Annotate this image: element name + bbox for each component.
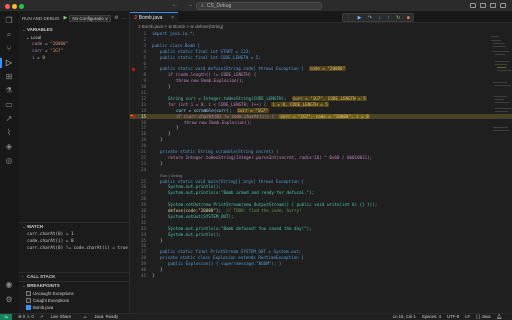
run-debug-sidebar: RUN AND DEBUG ▶ No Configuratio ∨ ⚙ ··· …: [18, 12, 130, 313]
toggle-secondary-sidebar-icon[interactable]: [490, 3, 496, 8]
variable-row[interactable]: i = 0: [32, 56, 45, 62]
command-center[interactable]: ⌕ CS_Debug: [196, 2, 322, 10]
encoding[interactable]: UTF-8: [447, 314, 459, 320]
step-over-icon[interactable]: ↷: [368, 15, 372, 21]
java-status[interactable]: ☕ Java: Ready: [83, 314, 124, 320]
tab-bomb-java[interactable]: J Bomb.java ×: [130, 12, 178, 23]
java-status-icon: ☕: [83, 314, 89, 319]
watch-expression[interactable]: curr.charAt(0) != code.charAt(i) = true: [27, 246, 128, 252]
run-debug-title: RUN AND DEBUG: [22, 15, 60, 21]
minimap[interactable]: [491, 34, 512, 194]
minimize-window-button[interactable]: [12, 4, 17, 9]
tab-bar: J Bomb.java × ⋮ ▶ ↷ ↓ ↑ ↻ ■: [130, 12, 512, 23]
breadcrumb: J Bomb.java > ⊚ Bomb > ⊚ defuse(String): [138, 24, 224, 29]
live-share-icon: ↗: [39, 314, 45, 319]
inline-value: i = 0, CODE_LENGTH = 5: [271, 101, 329, 107]
search-icon[interactable]: ⌕: [4, 30, 14, 40]
checkbox[interactable]: [26, 305, 31, 311]
settings-gear-icon[interactable]: ⚙: [4, 295, 14, 305]
activity-bar: ❐ ⌕ ⑂ ▷ ⊞ ⚗ ▭ ↗ ⌇ ◈ ◎ ◉ ⚙: [0, 12, 18, 313]
breakpoint-item[interactable]: Bomb.java: [26, 305, 53, 311]
breakpoints-section-header[interactable]: ⌄BREAKPOINTS: [18, 282, 130, 290]
nav-arrows[interactable]: ← →: [172, 2, 198, 8]
launch-config-select[interactable]: No Configuratio ∨: [69, 14, 112, 22]
step-out-icon[interactable]: ↑: [387, 15, 390, 21]
toggle-sidebar-icon[interactable]: [470, 3, 476, 8]
checkbox[interactable]: [26, 291, 31, 297]
run-debug-icon[interactable]: ▷: [0, 58, 14, 68]
toggle-panel-icon[interactable]: [480, 3, 486, 8]
end-of-line[interactable]: LF: [465, 314, 470, 320]
window-title: CS_Debug: [206, 3, 232, 9]
watch-section-header[interactable]: ⌄WATCH: [18, 223, 130, 231]
java-projects-icon[interactable]: ◈: [4, 142, 14, 152]
remote-explorer-icon[interactable]: ▭: [4, 100, 14, 110]
more-actions-icon[interactable]: ···: [122, 16, 127, 21]
callstack-section-header[interactable]: › CALL STACK: [18, 273, 130, 281]
inline-value: curr = "1G7", CODE_LENGTH = 5: [291, 95, 367, 101]
inline-value: code = "20000": [308, 66, 347, 72]
variables-section-header[interactable]: ⌄VARIABLES: [18, 26, 130, 34]
testing-icon[interactable]: ⚗: [4, 86, 14, 96]
live-share-icon[interactable]: ↗: [4, 114, 14, 124]
live-share-status[interactable]: ↗ Live Share: [40, 314, 77, 320]
drag-handle-icon[interactable]: ⋮: [346, 15, 351, 21]
editor: J Bomb.java × ⋮ ▶ ↷ ↓ ↑ ↻ ■ J Bomb.java > …: [130, 12, 512, 313]
language-mode[interactable]: { } Java: [476, 314, 490, 320]
status-bar: ⇋ ⊗ 0 ⚠ 0 ↗ Live Share ☕ Java: Ready Ln …: [0, 313, 512, 320]
run-debug-header: RUN AND DEBUG ▶ No Configuratio ∨ ⚙ ···: [18, 12, 130, 24]
debug-toolbar: ⋮ ▶ ↷ ↓ ↑ ↻ ■: [342, 13, 414, 22]
remote-indicator-icon[interactable]: ⇋: [0, 314, 12, 320]
graph-icon[interactable]: ⌇: [4, 128, 14, 138]
gear-icon[interactable]: ⚙: [114, 15, 118, 21]
search-icon: ⌕: [201, 3, 204, 9]
customize-layout-icon[interactable]: [500, 3, 506, 8]
problems-count[interactable]: ⊗ 0 ⚠ 0: [18, 314, 34, 320]
inline-value: curr = "1G7", code = "20000", i = 0: [279, 113, 370, 119]
source-control-icon[interactable]: ⑂: [4, 44, 14, 54]
watch-expression[interactable]: curr.charAt(0) = 1: [27, 232, 74, 238]
layout-controls: [470, 3, 506, 8]
close-icon[interactable]: ×: [171, 13, 174, 23]
watch-expression[interactable]: code.charAt(i) = 0: [27, 239, 74, 245]
explorer-icon[interactable]: ❐: [4, 16, 14, 26]
play-icon[interactable]: ▶: [64, 15, 68, 21]
java-file-icon: J: [134, 15, 137, 21]
variable-row[interactable]: code = "20000": [32, 42, 68, 48]
indentation[interactable]: Spaces: 4: [422, 314, 441, 320]
step-into-icon[interactable]: ↓: [378, 15, 381, 21]
profile-icon[interactable]: ◎: [4, 156, 14, 166]
code-area[interactable]: 1 import java.io.*; 2 3 public class Bomb …: [130, 31, 512, 313]
extensions-icon[interactable]: ⊞: [4, 72, 14, 82]
account-icon[interactable]: ◉: [4, 280, 14, 290]
breakpoint-item[interactable]: Caught Exceptions: [26, 298, 69, 304]
close-window-button[interactable]: [5, 4, 10, 9]
variable-row[interactable]: curr = "1G7": [32, 49, 63, 55]
code-line: 41}: [140, 272, 155, 278]
notifications-icon[interactable]: 🔔︎: [497, 314, 502, 320]
cursor-position[interactable]: Ln 15, Col 1: [393, 314, 416, 320]
local-scope[interactable]: ⌄ Local: [26, 35, 41, 41]
inline-value: curr = "1G7": [236, 107, 269, 113]
continue-icon[interactable]: ▶: [358, 15, 362, 21]
checkbox[interactable]: [26, 298, 31, 304]
restart-icon[interactable]: ↻: [396, 15, 400, 21]
maximize-window-button[interactable]: [19, 4, 24, 9]
breakpoint-item[interactable]: Uncaught Exceptions: [26, 291, 74, 297]
stop-icon[interactable]: ■: [407, 15, 410, 21]
title-bar: ← → ⌕ CS_Debug: [0, 0, 512, 12]
